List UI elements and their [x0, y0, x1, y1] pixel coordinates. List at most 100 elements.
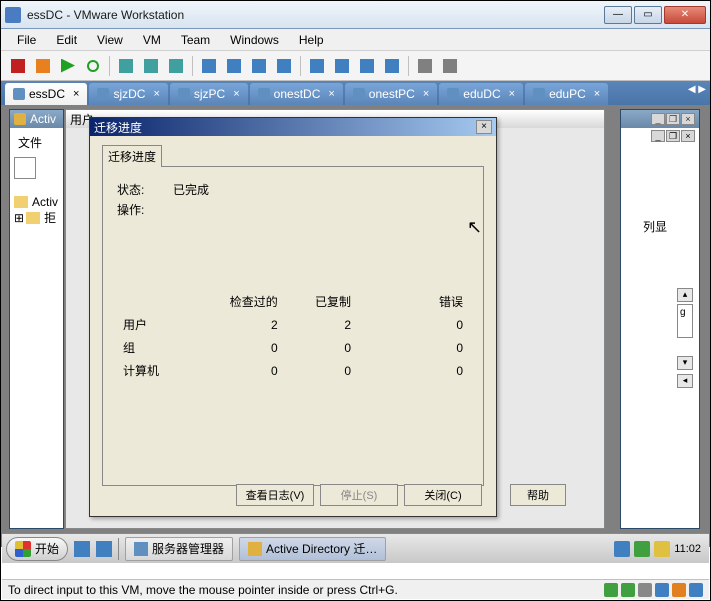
taskbar-item-admt[interactable]: Active Directory 迁… [239, 537, 386, 561]
tab-sjzdc[interactable]: sjzDC× [89, 83, 167, 105]
tree-expand-icon[interactable]: ⊞ [14, 211, 24, 225]
title-bar: essDC - VMware Workstation — ▭ ✕ [1, 1, 710, 29]
replay-button[interactable] [381, 55, 403, 77]
device-sound-icon[interactable] [689, 583, 703, 597]
task-label: Active Directory 迁… [266, 540, 377, 557]
toolbar-separator [300, 56, 301, 76]
status-value: 已完成 [173, 181, 209, 198]
tray-icon[interactable] [634, 541, 650, 557]
mmc-right-title[interactable]: _ ❐ × [621, 110, 699, 128]
tray-volume-icon[interactable] [654, 541, 670, 557]
capture-button[interactable] [356, 55, 378, 77]
sidebar-button[interactable] [439, 55, 461, 77]
tab-overflow-nav[interactable]: ◀ ▶ [688, 84, 706, 95]
show-console-button[interactable] [198, 55, 220, 77]
tab-essdc[interactable]: essDC× [5, 83, 87, 105]
tab-edudc[interactable]: eduDC× [439, 83, 523, 105]
scroll-up-button[interactable]: ▴ [677, 288, 693, 302]
tab-close-icon[interactable]: × [328, 88, 334, 100]
menu-view[interactable]: View [89, 31, 131, 49]
tree-node-label[interactable]: 拒 [44, 209, 56, 226]
tab-close-icon[interactable]: × [73, 88, 79, 100]
tab-close-icon[interactable]: × [233, 88, 239, 100]
tab-label: sjzPC [194, 87, 225, 101]
tab-sjzpc[interactable]: sjzPC × [170, 83, 248, 105]
tree-node-label[interactable]: Activ [32, 195, 58, 209]
tab-label: eduPC [549, 87, 586, 101]
taskbar-item-server-manager[interactable]: 服务器管理器 [125, 537, 233, 561]
stats-row-computers: 计算机 0 0 0 [119, 360, 467, 381]
tab-edupc[interactable]: eduPC × [525, 83, 608, 105]
stats-row-groups: 组 0 0 0 [119, 337, 467, 358]
device-usb-icon[interactable] [672, 583, 686, 597]
toolbar-button[interactable] [14, 157, 36, 179]
mmc-title[interactable]: Activ [10, 110, 63, 128]
mdi-restore-icon[interactable]: ❐ [666, 113, 680, 125]
cell-checked: 0 [191, 360, 282, 381]
menu-team[interactable]: Team [173, 31, 218, 49]
guest-desktop[interactable]: Activ 文件 Activ ⊞ 拒 用户 帮助 [1, 105, 710, 547]
scroll-left-button[interactable]: ◂ [677, 374, 693, 388]
mdi-close-icon[interactable]: × [681, 130, 695, 142]
summary-button[interactable] [306, 55, 328, 77]
stats-table: 检查过的 已复制 错误 用户 2 2 0 组 0 0 0 [117, 289, 469, 383]
minimize-button[interactable]: — [604, 6, 632, 24]
device-disk-icon[interactable] [604, 583, 618, 597]
suspend-button[interactable] [32, 55, 54, 77]
close-dialog-button[interactable]: 关闭(C) [404, 484, 482, 506]
menu-file[interactable]: File [9, 31, 44, 49]
poweroff-button[interactable] [7, 55, 29, 77]
play-button[interactable] [57, 55, 79, 77]
tab-close-icon[interactable]: × [153, 88, 159, 100]
converter-button[interactable] [414, 55, 436, 77]
dropdown-button[interactable]: ▾ [677, 356, 693, 370]
mmc-title-text: Activ [30, 112, 56, 126]
menu-windows[interactable]: Windows [222, 31, 287, 49]
menu-edit[interactable]: Edit [48, 31, 85, 49]
fullscreen-button[interactable] [223, 55, 245, 77]
tab-close-icon[interactable]: × [423, 88, 429, 100]
mdi-minimize-icon[interactable]: _ [651, 130, 665, 142]
cell-copied: 0 [284, 360, 355, 381]
menu-vm[interactable]: VM [135, 31, 169, 49]
view-log-button[interactable]: 查看日志(V) [236, 484, 314, 506]
mdi-restore-icon[interactable]: ❐ [666, 130, 680, 142]
column-label: 列显 [643, 218, 667, 235]
cell-errors: 0 [357, 360, 467, 381]
quicklaunch-icon[interactable] [96, 541, 112, 557]
device-network-icon[interactable] [655, 583, 669, 597]
cell-errors: 0 [357, 314, 467, 335]
revert-button[interactable] [140, 55, 162, 77]
system-tray: 11:02 [610, 541, 705, 557]
dialog-close-button[interactable]: × [476, 120, 492, 134]
manage-snapshots-button[interactable] [165, 55, 187, 77]
quicklaunch-icon[interactable] [74, 541, 90, 557]
menu-help[interactable]: Help [291, 31, 332, 49]
dialog-titlebar[interactable]: 迁移进度 × [90, 118, 496, 136]
reset-button[interactable] [82, 55, 104, 77]
device-cd-icon[interactable] [621, 583, 635, 597]
dialog-tab[interactable]: 迁移进度 [102, 145, 162, 167]
tab-close-icon[interactable]: × [594, 88, 600, 100]
device-floppy-icon[interactable] [638, 583, 652, 597]
unity-button[interactable] [248, 55, 270, 77]
mdi-minimize-icon[interactable]: _ [651, 113, 665, 125]
tray-icon[interactable] [614, 541, 630, 557]
tab-onestpc[interactable]: onestPC× [345, 83, 437, 105]
help-button[interactable]: 帮助 [510, 484, 566, 506]
start-button[interactable]: 开始 [6, 537, 68, 561]
tab-close-icon[interactable]: × [509, 88, 515, 100]
taskbar-separator [118, 538, 119, 560]
appliance-button[interactable] [331, 55, 353, 77]
list-char: g [678, 305, 692, 320]
tray-clock[interactable]: 11:02 [674, 543, 701, 555]
maximize-button[interactable]: ▭ [634, 6, 662, 24]
list-fragment: g [677, 304, 693, 338]
snapshot-button[interactable] [115, 55, 137, 77]
close-button[interactable]: ✕ [664, 6, 706, 24]
quickswitch-button[interactable] [273, 55, 295, 77]
mdi-close-icon[interactable]: × [681, 113, 695, 125]
file-button-label[interactable]: 文件 [18, 134, 42, 151]
tab-onestdc[interactable]: onestDC× [250, 83, 343, 105]
menu-bar: File Edit View VM Team Windows Help [1, 29, 710, 51]
